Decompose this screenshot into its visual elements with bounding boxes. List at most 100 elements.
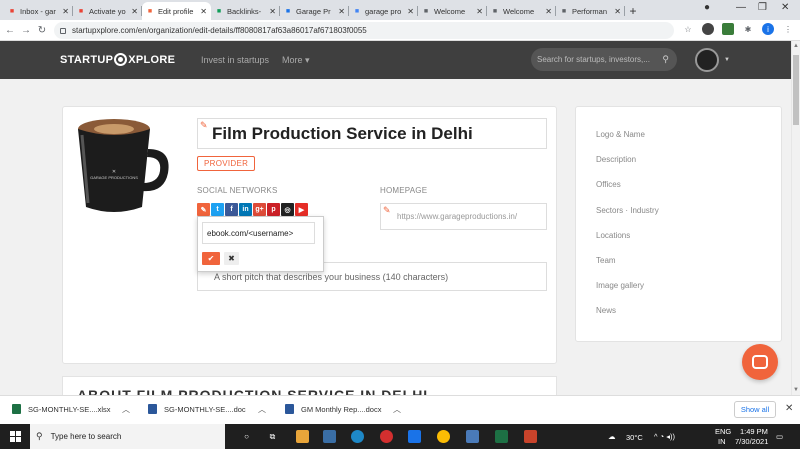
- clock-time[interactable]: 1:49 PM: [740, 427, 768, 436]
- edit-icon[interactable]: ✎: [197, 203, 210, 216]
- close-icon[interactable]: ✕: [785, 403, 793, 414]
- restore-icon[interactable]: ❐: [758, 2, 767, 13]
- chevron-up-icon[interactable]: ︿: [122, 404, 130, 415]
- windows-start-icon[interactable]: [10, 431, 21, 442]
- download-item[interactable]: GM Monthly Rep....docx: [285, 404, 381, 414]
- scroll-thumb[interactable]: [793, 55, 799, 125]
- social-url-input[interactable]: ebook.com/<username>: [202, 222, 315, 244]
- temperature[interactable]: 30°C: [626, 433, 643, 442]
- sidemenu-item[interactable]: Sectors · Industry: [596, 206, 659, 215]
- sidemenu-item[interactable]: Image gallery: [596, 281, 644, 290]
- user-avatar[interactable]: [695, 48, 719, 72]
- company-name: Film Production Service in Delhi: [212, 123, 473, 143]
- tray-icons[interactable]: ^ ◔ ◂)): [654, 432, 675, 441]
- url-field[interactable]: startupxplore.com/en/organization/edit-d…: [54, 22, 674, 39]
- site-search-input[interactable]: Search for startups, investors,... ⚲: [531, 48, 677, 71]
- star-icon[interactable]: ☆: [682, 23, 694, 35]
- clock-date[interactable]: 7/30/2021: [735, 437, 768, 446]
- pinterest-icon[interactable]: p: [267, 203, 280, 216]
- word-file-icon: [148, 404, 157, 414]
- browser-tab[interactable]: ■ Backlinks- ✕: [211, 2, 280, 20]
- nav-invest[interactable]: Invest in startups: [201, 55, 269, 65]
- sidemenu-item[interactable]: Locations: [596, 231, 630, 240]
- new-tab-icon[interactable]: +: [625, 2, 641, 20]
- file-explorer-icon[interactable]: [296, 430, 309, 443]
- language-top[interactable]: ENG: [715, 427, 731, 436]
- powerpoint-icon[interactable]: [524, 430, 537, 443]
- chevron-up-icon[interactable]: ︿: [258, 404, 266, 415]
- browser-tab[interactable]: ■ Welcome ✕: [487, 2, 556, 20]
- tab-close-icon[interactable]: ✕: [545, 7, 552, 16]
- tab-close-icon[interactable]: ✕: [200, 7, 207, 16]
- nav-more[interactable]: More ▾: [282, 55, 310, 66]
- sidemenu-item[interactable]: Logo & Name: [596, 130, 645, 139]
- cancel-button[interactable]: ✖: [224, 252, 239, 265]
- tab-close-icon[interactable]: ✕: [131, 7, 138, 16]
- excel-icon[interactable]: [495, 430, 508, 443]
- download-item[interactable]: SG-MONTHLY-SE....doc: [148, 404, 246, 414]
- sidemenu-item[interactable]: Offices: [596, 180, 621, 189]
- page-scrollbar[interactable]: ▲ ▼: [791, 41, 800, 395]
- company-name-field[interactable]: Film Production Service in Delhi: [197, 118, 547, 149]
- back-icon[interactable]: ←: [2, 25, 18, 36]
- puzzle-icon[interactable]: ✱: [742, 23, 754, 35]
- tab-label: Activate yo: [89, 6, 126, 16]
- scroll-up-icon[interactable]: ▲: [793, 43, 799, 49]
- profile-icon[interactable]: ●: [704, 2, 710, 13]
- tab-close-icon[interactable]: ✕: [614, 7, 621, 16]
- search-icon[interactable]: ⚲: [662, 54, 669, 65]
- sidemenu-item[interactable]: Team: [596, 256, 616, 265]
- task-view-icon[interactable]: ⧉: [266, 430, 279, 443]
- tab-label: Garage Pr: [296, 6, 331, 16]
- close-window-icon[interactable]: ✕: [781, 2, 789, 13]
- tab-close-icon[interactable]: ✕: [269, 7, 276, 16]
- language-bottom[interactable]: IN: [718, 437, 726, 446]
- chevron-up-icon[interactable]: ︿: [393, 404, 401, 415]
- googleplus-icon[interactable]: g+: [253, 203, 266, 216]
- instagram-icon[interactable]: ◎: [281, 203, 294, 216]
- tab-close-icon[interactable]: ✕: [407, 7, 414, 16]
- scroll-down-icon[interactable]: ▼: [793, 387, 799, 393]
- tab-close-icon[interactable]: ✕: [476, 7, 483, 16]
- chat-button[interactable]: [742, 344, 778, 380]
- youtube-icon[interactable]: ▶: [295, 203, 308, 216]
- app-icon[interactable]: [466, 430, 479, 443]
- weather-icon[interactable]: ☁: [608, 432, 616, 441]
- extension-green-icon[interactable]: [722, 23, 734, 35]
- chevron-down-icon[interactable]: ▼: [724, 57, 730, 63]
- opera-icon[interactable]: [380, 430, 393, 443]
- notifications-icon[interactable]: ▭: [776, 432, 783, 441]
- store-icon[interactable]: [323, 430, 336, 443]
- menu-icon[interactable]: ⋮: [782, 23, 794, 35]
- browser-tab[interactable]: ■ Performan ✕: [556, 2, 625, 20]
- confirm-button[interactable]: ✔: [202, 252, 220, 265]
- browser-tab[interactable]: ■ Welcome ✕: [418, 2, 487, 20]
- chrome-icon[interactable]: [437, 430, 450, 443]
- browser-tab[interactable]: ■ Garage Pr ✕: [280, 2, 349, 20]
- taskbar-search-input[interactable]: ⚲ Type here to search: [30, 424, 225, 449]
- mail-icon[interactable]: [408, 430, 421, 443]
- minimize-icon[interactable]: —: [736, 2, 746, 13]
- browser-tab[interactable]: ■ Edit profile ✕: [142, 2, 211, 20]
- download-item[interactable]: SG-MONTHLY-SE....xlsx: [12, 404, 111, 414]
- sidemenu-item[interactable]: News: [596, 306, 616, 315]
- startupxplore-logo[interactable]: STARTUP XPLORE: [60, 53, 175, 66]
- company-logo-image[interactable]: ✕ GARAGE PRODUCTIONS: [72, 115, 172, 217]
- browser-tab[interactable]: ■ garage pro ✕: [349, 2, 418, 20]
- edge-icon[interactable]: [351, 430, 364, 443]
- tab-close-icon[interactable]: ✕: [338, 7, 345, 16]
- homepage-input[interactable]: https://www.garageproductions.in/: [380, 203, 547, 230]
- browser-tab[interactable]: ■ Inbox - gar ✕: [4, 2, 73, 20]
- tab-close-icon[interactable]: ✕: [62, 7, 69, 16]
- extension-icon[interactable]: [702, 23, 714, 35]
- show-all-button[interactable]: Show all: [734, 401, 776, 418]
- forward-icon[interactable]: →: [18, 25, 34, 36]
- cortana-icon[interactable]: ○: [240, 430, 253, 443]
- sidemenu-item[interactable]: Description: [596, 155, 636, 164]
- twitter-icon[interactable]: t: [211, 203, 224, 216]
- browser-tab[interactable]: ■ Activate yo ✕: [73, 2, 142, 20]
- reload-icon[interactable]: ↻: [34, 25, 50, 36]
- linkedin-icon[interactable]: in: [239, 203, 252, 216]
- account-icon[interactable]: i: [762, 23, 774, 35]
- facebook-icon[interactable]: f: [225, 203, 238, 216]
